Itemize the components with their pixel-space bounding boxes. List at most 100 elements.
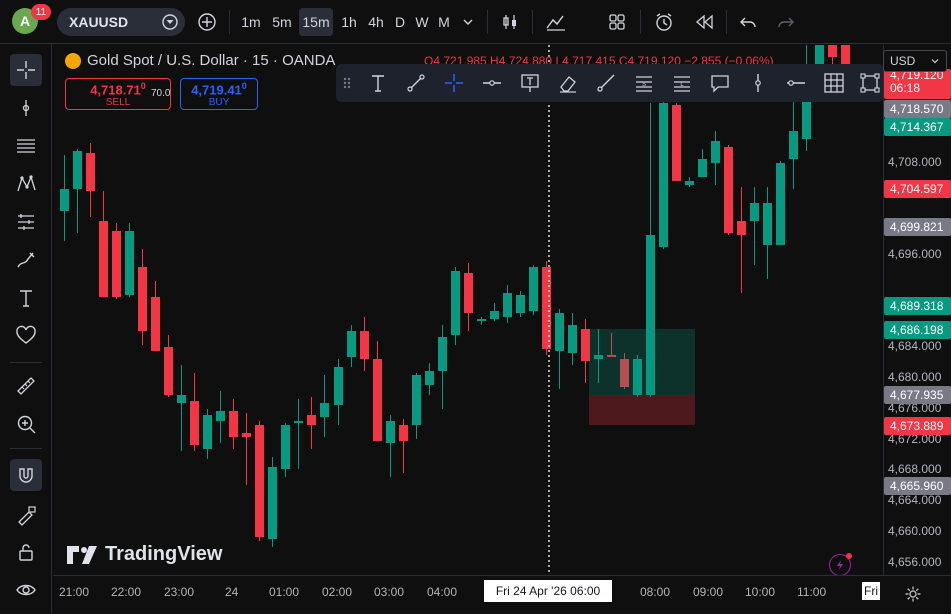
spread-value: 70.0 [151, 88, 171, 99]
sell-price: 4,718.71 [90, 82, 141, 98]
buy-price: 4,719.41 [191, 82, 242, 98]
interval-m[interactable]: M [434, 8, 454, 36]
long-position-loss-zone [589, 395, 695, 425]
interval-5m[interactable]: 5m [267, 8, 297, 36]
candle-body [503, 293, 512, 317]
time-axis-label: 02:00 [322, 585, 353, 599]
crosshair-draw-icon[interactable] [442, 71, 466, 95]
price-tag: 4,673.889 [884, 417, 951, 435]
text-tool-icon[interactable] [10, 282, 42, 314]
trend-line-tool-icon[interactable] [10, 92, 42, 124]
horizontal-line-icon[interactable] [784, 71, 808, 95]
alert-clock-icon[interactable] [650, 8, 678, 36]
interval-4h[interactable]: 4h [363, 8, 389, 36]
candle-body [229, 411, 238, 437]
top-toolbar: A 11 XAUUSD 1m 5m 15m 1h 4h D W M [0, 0, 951, 44]
rectangle-select-icon[interactable] [858, 71, 882, 95]
candle-body [451, 271, 460, 335]
candle-body [99, 221, 108, 297]
symbol-search[interactable]: XAUUSD [57, 8, 185, 36]
candles-chart-type-icon[interactable] [496, 8, 524, 36]
axis-settings-icon[interactable] [904, 585, 922, 608]
candle-body [242, 433, 251, 437]
long-position-icon[interactable]: L [670, 71, 694, 95]
symbol-options-icon[interactable] [161, 13, 179, 31]
svg-text:S: S [642, 82, 646, 88]
price-tag: 4,719.120 06:18 [884, 69, 951, 99]
candle-body [177, 395, 186, 403]
time-axis-label: 11:00 [797, 585, 827, 599]
candle-body [568, 325, 577, 353]
candle-body [360, 331, 369, 359]
pattern-tool-icon[interactable] [10, 168, 42, 200]
candle-body [386, 421, 395, 443]
time-axis[interactable]: 21:00 22:00 23:00 24 01:00 02:00 03:00 04:00 08:… [53, 575, 951, 614]
interval-dropdown-icon[interactable] [458, 8, 478, 36]
gold-symbol-icon [65, 52, 81, 69]
candle-body [529, 267, 538, 311]
chevron-down-icon [931, 59, 939, 64]
time-axis-label: 22:00 [111, 585, 142, 599]
chart-legend-title: Gold Spot / U.S. Dollar · 15 · OANDA [65, 52, 335, 69]
vertical-line-icon[interactable] [746, 71, 770, 95]
heart-icon[interactable] [10, 320, 42, 352]
currency-selector[interactable]: USD [883, 50, 947, 72]
comment-icon[interactable] [708, 71, 732, 95]
brush-tool-icon[interactable] [10, 244, 42, 276]
ruler-measure-icon[interactable] [10, 370, 42, 402]
crosshair-tool-icon[interactable] [10, 54, 42, 86]
candle-body [125, 231, 134, 295]
grid-table-icon[interactable] [822, 71, 846, 95]
lock-drawing-icon[interactable] [10, 499, 42, 531]
buy-button[interactable]: 4,719.410 BUY [180, 78, 258, 110]
text-draw-icon[interactable] [366, 71, 390, 95]
candle-body [73, 151, 82, 189]
line-draw-icon[interactable] [404, 71, 428, 95]
eraser-icon[interactable] [556, 71, 580, 95]
zoom-in-icon[interactable] [10, 408, 42, 440]
horizontal-lines-tool-icon[interactable] [10, 130, 42, 162]
price-axis[interactable]: 4,708.0004,696.0004,692.0004,684.0004,68… [883, 45, 951, 575]
interval-1m[interactable]: 1m [236, 8, 266, 36]
price-tag: 4,714.367 [884, 118, 951, 136]
interval-15m[interactable]: 15m [299, 8, 333, 36]
drag-handle-icon[interactable] [342, 71, 352, 95]
candle-body [672, 105, 681, 181]
long-short-position-icon[interactable]: S [632, 71, 656, 95]
price-axis-label: 4,656.000 [888, 555, 942, 569]
magnet-icon[interactable] [10, 459, 42, 491]
indicators-icon[interactable] [541, 8, 571, 36]
interval-w[interactable]: W [412, 8, 432, 36]
candle-body [724, 147, 733, 233]
compare-add-icon[interactable] [194, 8, 220, 36]
candle-body [307, 415, 316, 425]
redo-icon[interactable] [773, 8, 799, 36]
candle-body [373, 359, 382, 441]
undo-icon[interactable] [735, 8, 761, 36]
price-chart[interactable]: Gold Spot / U.S. Dollar · 15 · OANDA O4,… [53, 45, 883, 575]
position-tool-icon[interactable] [10, 206, 42, 238]
candle-body [477, 319, 486, 321]
price-axis-label: 4,680.000 [888, 370, 942, 384]
candle-body [60, 189, 69, 211]
price-tag: 4,718.570 [884, 100, 951, 118]
symbol-name: XAUUSD [69, 14, 129, 30]
interval-d[interactable]: D [391, 8, 409, 36]
ray-line-icon[interactable] [594, 71, 618, 95]
price-axis-label: 4,684.000 [888, 339, 942, 353]
lock-icon[interactable] [10, 536, 42, 568]
horizontal-ray-icon[interactable] [480, 71, 504, 95]
time-axis-label: 08:00 [640, 585, 671, 599]
flash-alert-icon[interactable] [829, 553, 852, 575]
price-label-icon[interactable] [518, 71, 542, 95]
candle-body [294, 421, 303, 423]
time-axis-label: 09:00 [693, 585, 724, 599]
layouts-grid-icon[interactable] [603, 8, 631, 36]
price-tag: 4,686.198 [884, 321, 951, 339]
eye-visibility-icon[interactable] [10, 574, 42, 606]
price-tag: 4,704.597 [884, 180, 951, 198]
interval-1h[interactable]: 1h [336, 8, 362, 36]
replay-icon[interactable] [690, 8, 718, 36]
candle-body [516, 295, 525, 313]
price-tag: 4,677.935 [884, 386, 951, 404]
